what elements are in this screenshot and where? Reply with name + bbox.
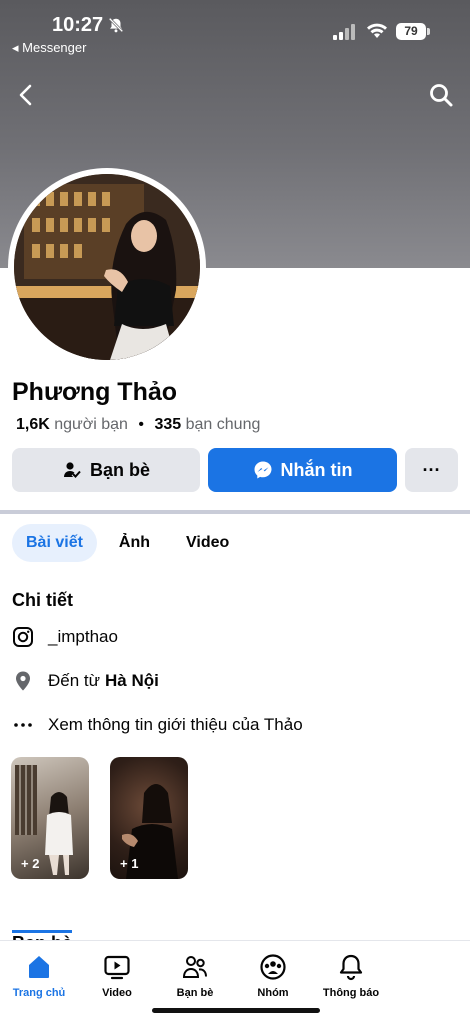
friends-icon	[182, 956, 207, 978]
instagram-link[interactable]: _impthao	[12, 626, 118, 648]
stats-separator: •	[138, 416, 145, 433]
search-icon[interactable]	[428, 82, 454, 108]
see-about-info-label: Xem thông tin giới thiệu của Thảo	[48, 715, 303, 734]
avatar-photo	[14, 174, 200, 360]
hometown-place[interactable]: Hà Nội	[105, 671, 159, 691]
location-pin-icon	[12, 670, 34, 692]
mutual-count-label: bạn chung	[185, 416, 261, 433]
featured-photo-2[interactable]: + 1	[110, 757, 188, 879]
friend-check-icon	[63, 462, 82, 480]
groups-icon	[260, 954, 286, 980]
status-time: 10:27	[52, 14, 104, 36]
messenger-icon	[254, 461, 271, 479]
back-arrow-icon[interactable]	[14, 82, 38, 108]
more-options-button[interactable]: ···	[405, 448, 458, 492]
bell-icon	[339, 954, 363, 981]
profile-tabs: Bài viết Ảnh Video	[12, 524, 243, 562]
nav-groups-label: Nhóm	[257, 987, 289, 999]
nav-notifications[interactable]: Thông báo	[312, 941, 390, 1024]
wifi-icon	[367, 23, 387, 38]
message-button[interactable]: Nhắn tin	[208, 448, 397, 492]
more-options-label: ···	[422, 459, 441, 480]
hometown-row: Đến từ Hà Nội	[12, 670, 159, 692]
status-bar: 10:27 ◂ Messenger 79	[0, 0, 470, 62]
friends-count[interactable]: 1,6K	[16, 416, 50, 433]
home-icon	[29, 956, 49, 978]
friends-count-label: người bạn	[54, 416, 128, 433]
hometown-prefix: Đến từ	[48, 671, 101, 690]
featured-photo-1[interactable]: + 2	[11, 757, 89, 879]
friends-button-label: Bạn bè	[89, 459, 150, 480]
mutual-count[interactable]: 335	[154, 416, 181, 433]
nav-friends-label: Bạn bè	[176, 987, 214, 999]
photo-count-1: + 2	[21, 856, 40, 871]
signal-icon	[333, 24, 355, 40]
profile-name: Phương Thảo	[12, 378, 178, 406]
video-icon	[104, 955, 130, 980]
ellipsis-icon	[12, 714, 34, 736]
battery-level: 79	[396, 23, 430, 40]
friends-button[interactable]: Bạn bè	[12, 448, 200, 492]
see-about-info-link[interactable]: Xem thông tin giới thiệu của Thảo	[12, 714, 303, 736]
tab-posts[interactable]: Bài viết	[12, 524, 97, 562]
profile-stats: 1,6K người bạn • 335 bạn chung	[16, 416, 260, 434]
avatar	[14, 174, 200, 360]
photo-count-2: + 1	[120, 856, 139, 871]
back-to-app-link[interactable]: ◂ Messenger	[12, 40, 86, 56]
message-button-label: Nhắn tin	[280, 459, 353, 480]
nav-notifications-label: Thông báo	[322, 987, 380, 999]
details-heading: Chi tiết	[12, 590, 73, 610]
nav-video[interactable]: Video	[78, 941, 156, 1024]
profile-picture[interactable]	[8, 168, 206, 366]
nav-home[interactable]: Trang chủ	[0, 941, 78, 1024]
tab-videos[interactable]: Video	[172, 524, 243, 562]
tab-photos[interactable]: Ảnh	[105, 524, 164, 562]
home-indicator[interactable]	[152, 1008, 320, 1013]
nav-video-label: Video	[102, 987, 132, 999]
section-divider	[0, 510, 470, 514]
instagram-icon	[12, 626, 34, 648]
bell-mute-icon	[108, 17, 124, 33]
instagram-handle: _impthao	[48, 627, 118, 646]
nav-home-label: Trang chủ	[12, 987, 66, 999]
